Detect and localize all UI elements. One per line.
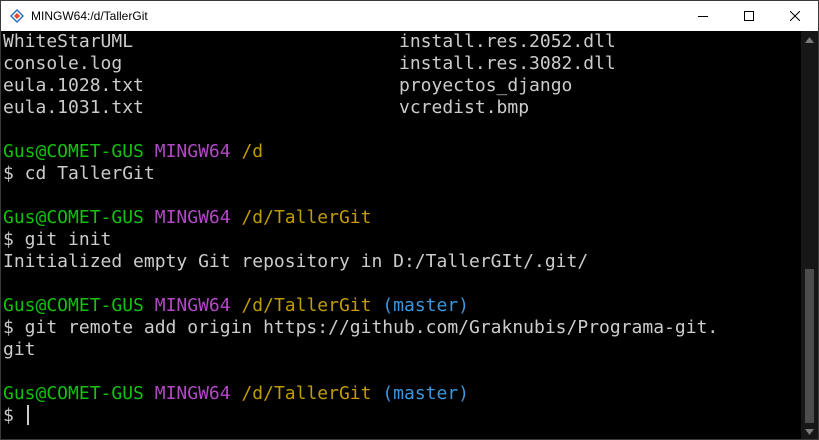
ls-entry: WhiteStarUML: [3, 31, 134, 52]
prompt-path: /d/TallerGit: [241, 295, 372, 316]
command-line-wrap: git: [3, 339, 36, 360]
title-bar[interactable]: MINGW64:/d/TallerGit: [1, 1, 818, 31]
prompt-user: Gus@COMET-GUS: [3, 295, 144, 316]
maximize-icon: [744, 11, 754, 21]
prompt-user: Gus@COMET-GUS: [3, 383, 144, 404]
prompt-env: MINGW64: [154, 207, 231, 228]
minimize-button[interactable]: [680, 1, 726, 31]
prompt-branch: (master): [382, 383, 470, 404]
prompt-line: Gus@COMET-GUS MINGW64 /d/TallerGit (mast…: [3, 383, 803, 405]
command-output: Initialized empty Git repository in D:/T…: [3, 251, 589, 272]
ls-row: WhiteStarUML install.res.2052.dll: [3, 31, 803, 53]
text-cursor: [26, 405, 29, 425]
prompt-symbol: $: [3, 405, 25, 426]
ls-row: console.log install.res.3082.dll: [3, 53, 803, 75]
command-line: $ cd TallerGit: [3, 163, 155, 184]
ls-entry: console.log: [3, 53, 123, 74]
prompt-env: MINGW64: [154, 141, 231, 162]
prompt-user: Gus@COMET-GUS: [3, 207, 144, 228]
vertical-scrollbar[interactable]: [801, 31, 818, 439]
ls-row: eula.1028.txt proyectos_django: [3, 75, 803, 97]
close-button[interactable]: [772, 1, 818, 31]
close-icon: [790, 11, 800, 21]
prompt-line: Gus@COMET-GUS MINGW64 /d/TallerGit (mast…: [3, 295, 803, 317]
chevron-up-icon: [805, 37, 814, 43]
prompt-user: Gus@COMET-GUS: [3, 141, 144, 162]
command-line: $ git init: [3, 229, 112, 250]
window-title: MINGW64:/d/TallerGit: [31, 9, 148, 23]
minimize-icon: [698, 16, 708, 17]
prompt-path: /d: [241, 141, 264, 162]
scrollbar-thumb[interactable]: [805, 269, 814, 423]
mingw-diamond-icon[interactable]: [9, 8, 25, 24]
chevron-down-icon: [805, 429, 814, 435]
ls-entry: proyectos_django: [399, 75, 573, 96]
prompt-path: /d/TallerGit: [241, 383, 372, 404]
scroll-down-button[interactable]: [801, 425, 818, 439]
scroll-up-button[interactable]: [801, 33, 818, 47]
ls-entry: vcredist.bmp: [399, 97, 530, 118]
prompt-line: Gus@COMET-GUS MINGW64 /d/TallerGit: [3, 207, 803, 229]
prompt-line: Gus@COMET-GUS MINGW64 /d: [3, 141, 803, 163]
prompt-branch: (master): [382, 295, 470, 316]
prompt-env: MINGW64: [154, 295, 231, 316]
maximize-button[interactable]: [726, 1, 772, 31]
ls-entry: install.res.3082.dll: [399, 53, 616, 74]
prompt-env: MINGW64: [154, 383, 231, 404]
command-line: $ git remote add origin https://github.c…: [3, 317, 719, 338]
ls-entry: eula.1031.txt: [3, 97, 144, 118]
ls-row: eula.1031.txt vcredist.bmp: [3, 97, 803, 119]
ls-entry: install.res.2052.dll: [399, 31, 616, 52]
ls-entry: eula.1028.txt: [3, 75, 144, 96]
terminal-output[interactable]: WhiteStarUML install.res.2052.dll consol…: [1, 31, 803, 439]
prompt-path: /d/TallerGit: [241, 207, 372, 228]
terminal-window: MINGW64:/d/TallerGit WhiteStarUML instal…: [0, 0, 819, 440]
input-line[interactable]: $: [3, 405, 803, 427]
